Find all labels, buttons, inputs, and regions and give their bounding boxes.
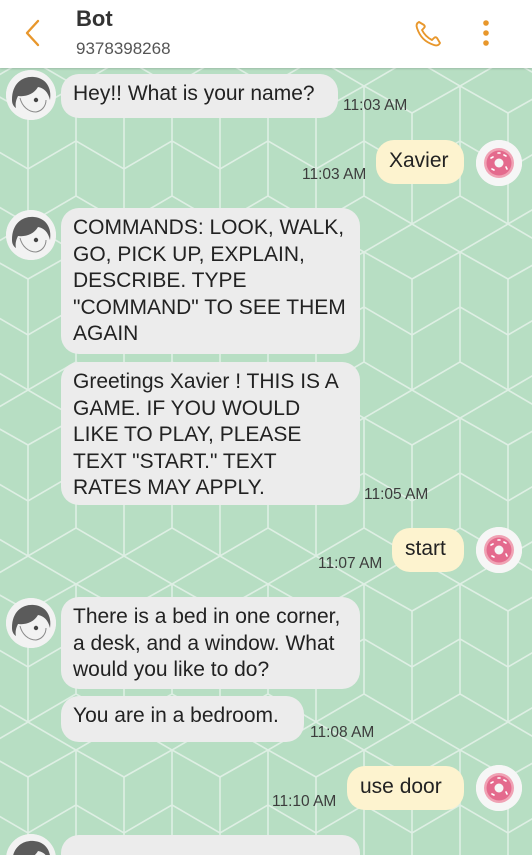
contact-phone-number: 9378398268 [76, 39, 171, 58]
message-bubble-incoming[interactable]: COMMANDS: LOOK, WALK, GO, PICK UP, EXPLA… [61, 208, 360, 354]
message-text: use door [360, 775, 442, 798]
message-timestamp: 11:03 AM [343, 97, 408, 114]
message-text: You are in a bedroom. [73, 704, 279, 727]
donut-avatar-icon [476, 140, 522, 186]
message-list[interactable]: Hey!! What is your name? 11:03 AM 11:03 … [0, 68, 532, 855]
anime-avatar-icon [6, 70, 56, 120]
bot-avatar[interactable] [6, 70, 56, 120]
message-timestamp: 11:03 AM [302, 166, 367, 183]
message-text: start [405, 537, 446, 560]
more-vertical-icon [483, 20, 489, 46]
contact-name: Bot [76, 6, 113, 31]
message-bubble-outgoing[interactable]: start [392, 528, 464, 572]
phone-icon [415, 21, 441, 47]
message-bubble-incoming[interactable]: You are in a bedroom. [61, 696, 304, 742]
message-timestamp: 11:10 AM [272, 793, 337, 810]
my-avatar[interactable] [476, 765, 522, 811]
message-timestamp: 11:08 AM [310, 724, 375, 741]
my-avatar[interactable] [476, 140, 522, 186]
message-timestamp: 11:07 AM [318, 555, 383, 572]
message-bubble-incoming[interactable]: Greetings Xavier ! THIS IS A GAME. IF YO… [61, 362, 360, 505]
donut-avatar-icon [476, 527, 522, 573]
message-text: There is a bed in one corner, a desk, an… [73, 605, 341, 681]
message-text: COMMANDS: LOOK, WALK, GO, PICK UP, EXPLA… [73, 216, 346, 345]
anime-avatar-icon [6, 598, 56, 648]
bot-avatar[interactable] [6, 598, 56, 648]
message-text: Xavier [389, 149, 449, 172]
message-bubble-incoming[interactable]: Hey!! What is your name? [61, 74, 338, 118]
message-bubble-incoming[interactable]: There is a bed in one corner, a desk, an… [61, 597, 360, 689]
donut-avatar-icon [476, 765, 522, 811]
call-button[interactable] [410, 16, 446, 52]
anime-avatar-icon [6, 210, 56, 260]
message-bubble-outgoing[interactable]: use door [347, 766, 464, 810]
conversation-header: Bot 9378398268 [0, 0, 532, 68]
back-button[interactable] [18, 16, 48, 50]
bot-avatar[interactable] [6, 210, 56, 260]
message-text: Hey!! What is your name? [73, 82, 315, 105]
message-bubble-incoming-partial[interactable] [61, 835, 360, 855]
message-bubble-outgoing[interactable]: Xavier [376, 140, 464, 184]
chevron-left-icon [25, 19, 40, 47]
message-text: Greetings Xavier ! THIS IS A GAME. IF YO… [73, 370, 338, 499]
more-options-button[interactable] [474, 16, 498, 52]
my-avatar[interactable] [476, 527, 522, 573]
message-timestamp: 11:05 AM [364, 486, 429, 503]
